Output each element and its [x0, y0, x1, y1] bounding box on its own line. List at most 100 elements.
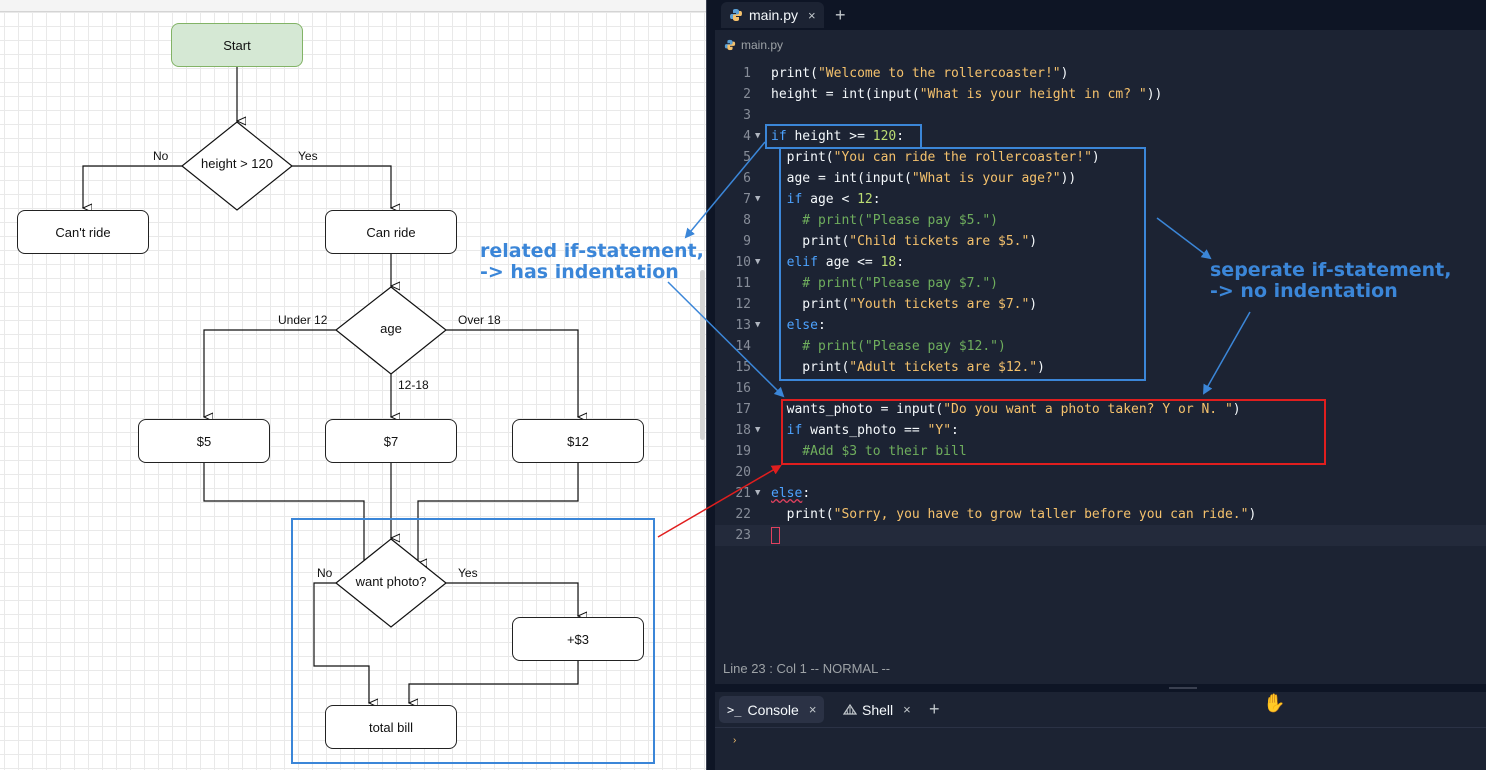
code-token: print( [771, 234, 850, 249]
line-number: 5 [743, 150, 751, 165]
line-number: 21 [735, 486, 751, 501]
breadcrumb[interactable]: main.py [715, 32, 1486, 58]
code-line[interactable]: 2 height = int(input("What is your height… [715, 84, 1486, 105]
close-console-tab-icon[interactable]: × [809, 702, 817, 717]
fold-arrow-icon[interactable]: ▼ [755, 483, 760, 504]
add-console-tab-icon[interactable]: + [929, 696, 940, 723]
breadcrumb-filename: main.py [741, 38, 784, 52]
edge-label-under-12: Under 12 [278, 313, 328, 327]
code-token: "Adult tickets are $12." [849, 360, 1038, 375]
code-line[interactable]: 18 ▼ if wants_photo == "Y": [715, 420, 1486, 441]
code-token: "Child tickets are $5." [849, 234, 1030, 249]
fold-arrow-icon[interactable]: ▼ [755, 252, 760, 273]
python-icon [730, 9, 742, 21]
tab-main-py[interactable]: main.py × [721, 2, 824, 28]
resize-grip-icon[interactable] [1169, 687, 1197, 689]
line-number: 10 [735, 255, 751, 270]
line-number: 9 [743, 234, 751, 249]
code-token: "Y" [927, 423, 952, 438]
fold-arrow-icon[interactable]: ▼ [755, 315, 760, 336]
code-token: : [872, 192, 881, 207]
node-can-ride[interactable]: Can ride [325, 210, 457, 254]
python-icon [724, 39, 736, 51]
diagram-scrollbar[interactable] [700, 270, 705, 440]
code-line[interactable]: 3 [715, 105, 1486, 126]
code-comment: # print("Please pay $12.") [771, 339, 1006, 354]
node-price-7[interactable]: $7 [325, 419, 457, 463]
node-total-bill[interactable]: total bill [325, 705, 457, 749]
code-line[interactable]: 9 print("Child tickets are $5.") [715, 231, 1486, 252]
line-number: 14 [735, 339, 751, 354]
code-line[interactable]: 6 age = int(input("What is your age?")) [715, 168, 1486, 189]
panel-resize-handle[interactable] [715, 684, 1486, 692]
code-line[interactable]: 7 ▼ if age < 12: [715, 189, 1486, 210]
code-line[interactable]: 22 print("Sorry, you have to grow taller… [715, 504, 1486, 525]
node-age[interactable]: age [336, 321, 446, 336]
code-line[interactable]: 16 [715, 378, 1486, 399]
line-number: 23 [735, 528, 751, 543]
code-line[interactable]: 17 wants_photo = input("Do you want a ph… [715, 399, 1486, 420]
node-start[interactable]: Start [171, 23, 303, 67]
code-line[interactable]: 20 [715, 462, 1486, 483]
code-token: : [951, 423, 959, 438]
code-line[interactable]: 8 # print("Please pay $5.") [715, 210, 1486, 231]
fold-arrow-icon[interactable]: ▼ [755, 126, 760, 147]
annotation-separate-if: seperate if-statement, -> no indentation [1210, 259, 1452, 302]
tab-shell[interactable]: Shell × [839, 696, 915, 723]
edge-label-12-18: 12-18 [398, 378, 429, 392]
code-token: age < [802, 192, 858, 207]
code-token: print( [771, 297, 850, 312]
code-token: age <= [817, 255, 881, 270]
line-number: 18 [735, 423, 751, 438]
code-line-active[interactable]: 23 [715, 525, 1486, 546]
close-tab-icon[interactable]: × [808, 8, 816, 23]
node-price-12[interactable]: $12 [512, 419, 644, 463]
tab-console[interactable]: >_ Console × [719, 696, 825, 723]
code-token: height >= [786, 129, 873, 144]
editor-status: Line 23 : Col 1 -- NORMAL -- [723, 660, 891, 676]
node-cant-ride[interactable]: Can't ride [17, 210, 149, 254]
fold-arrow-icon[interactable]: ▼ [755, 189, 760, 210]
line-number: 7 [743, 192, 751, 207]
code-line[interactable]: 13 ▼ else: [715, 315, 1486, 336]
console-output[interactable]: › [715, 728, 1486, 770]
code-line[interactable]: 19 #Add $3 to their bill [715, 441, 1486, 462]
code-line[interactable]: 4 ▼ if height >= 120: [715, 126, 1486, 147]
code-line[interactable]: 5 print("You can ride the rollercoaster!… [715, 147, 1486, 168]
edge-12-photo [418, 463, 579, 563]
code-token: ) [1060, 66, 1069, 81]
code-token: : [817, 318, 826, 333]
shell-icon [843, 703, 857, 715]
code-comment: # print("Please pay $7.") [771, 276, 998, 291]
code-token: : [896, 255, 905, 270]
code-token: height = int(input( [771, 87, 920, 102]
add-tab-icon[interactable]: + [835, 2, 846, 28]
close-shell-tab-icon[interactable]: × [903, 702, 911, 717]
line-number: 16 [735, 381, 751, 396]
hand-cursor-icon: ✋ [1263, 693, 1286, 713]
code-token: if [771, 129, 787, 144]
code-token: )) [1146, 87, 1163, 102]
edge-age-over18 [446, 329, 578, 417]
code-comment: #Add $3 to their bill [771, 444, 967, 459]
node-price-5[interactable]: $5 [138, 419, 270, 463]
line-number: 8 [743, 213, 751, 228]
code-token: ) [1029, 297, 1038, 312]
code-line[interactable]: 21 ▼ else: [715, 483, 1486, 504]
edge-5-photo [203, 463, 364, 563]
code-line[interactable]: 15 print("Adult tickets are $12.") [715, 357, 1486, 378]
line-number: 1 [743, 66, 751, 81]
code-line[interactable]: 14 # print("Please pay $12.") [715, 336, 1486, 357]
node-want-photo[interactable]: want photo? [336, 574, 446, 589]
line-number: 13 [735, 318, 751, 333]
tab-console-label: Console [747, 701, 799, 718]
flowchart-canvas[interactable]: Start height > 120 Can't ride Can ride a… [0, 0, 708, 770]
node-height-check[interactable]: height > 120 [182, 156, 292, 171]
node-plus-3[interactable]: +$3 [512, 617, 644, 661]
code-editor[interactable]: 1 print("Welcome to the rollercoaster!") … [715, 63, 1486, 546]
code-line[interactable]: 1 print("Welcome to the rollercoaster!") [715, 63, 1486, 84]
fold-arrow-icon[interactable]: ▼ [755, 420, 760, 441]
code-token: : [802, 486, 811, 501]
